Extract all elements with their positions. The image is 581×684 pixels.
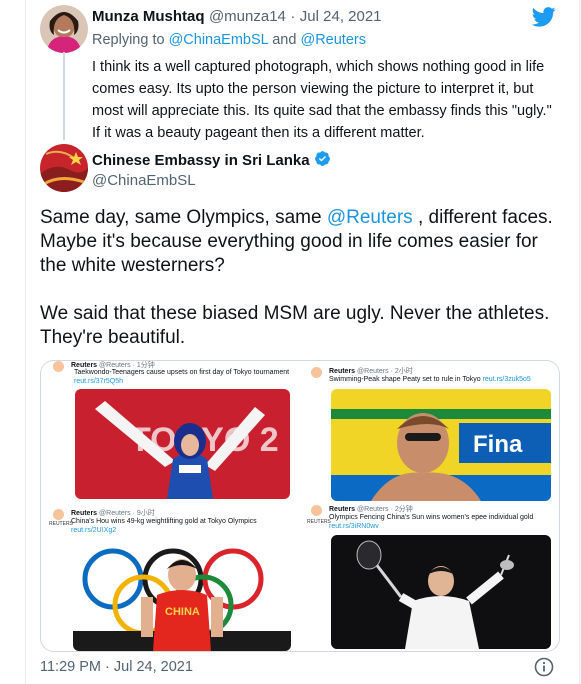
weightlifting-photo: CHINA	[73, 539, 291, 651]
panel-2-link[interactable]: reut.rs/3zuk5o5	[483, 376, 531, 383]
panel-1-name: Reuters	[71, 362, 98, 369]
panel-3-reuters-label: REUTERS	[49, 521, 73, 527]
reply-author-name[interactable]: Munza Mushtaq	[92, 8, 205, 25]
tweet-media[interactable]: Reuters @Reuters · 1分钟 Taekwondo-Teenage…	[40, 360, 560, 652]
panel-2-name: Reuters	[329, 368, 356, 375]
main-text-paragraph-2: We said that these biased MSM are ugly. …	[40, 303, 550, 348]
panel-4-reuters-label: REUTERS	[307, 519, 331, 525]
panel-3-header: Reuters @Reuters · 9小时	[71, 508, 155, 518]
main-text-paragraph-1: Same day, same Olympics, same @Reuters ,…	[40, 206, 560, 278]
fencing-photo	[331, 535, 551, 649]
media-panel-taekwondo[interactable]: Reuters @Reuters · 1分钟 Taekwondo-Teenage…	[41, 361, 297, 501]
panel-2-photo-text: Fina	[473, 431, 523, 458]
media-panel-swimming[interactable]: Reuters @Reuters · 2小时 Swimming-Peak sha…	[301, 361, 559, 501]
panel-3-meta: @Reuters · 9小时	[99, 510, 155, 517]
thread-line	[63, 52, 65, 140]
swimming-photo: Fina	[331, 389, 551, 501]
info-icon[interactable]	[534, 657, 554, 682]
reply-author-handle[interactable]: @munza14	[209, 8, 286, 25]
panel-1-link[interactable]: reut.rs/37r5Q5h	[74, 378, 123, 385]
media-panel-fencing[interactable]: REUTERS Reuters @Reuters · 2分钟 Olympics …	[301, 503, 559, 651]
reuters-mention[interactable]: @Reuters	[327, 207, 413, 228]
reply-header: Munza Mushtaq @munza14 · Jul 24, 2021	[92, 8, 382, 26]
replying-and: and	[272, 32, 297, 48]
panel-4-link[interactable]: reut.rs/3iRN0wv	[329, 523, 379, 530]
panel-1-text: Taekwondo-Teenagers cause upsets on firs…	[74, 369, 290, 376]
reply-text: I think its a well captured photograph, …	[92, 59, 552, 141]
twitter-bird-icon[interactable]	[531, 7, 556, 32]
media-panel-weightlifting[interactable]: REUTERS Reuters @Reuters · 9小时 China's H…	[41, 503, 297, 651]
main-author-handle[interactable]: @ChinaEmbSL	[92, 172, 196, 189]
main-text-pre: Same day, same Olympics, same	[40, 207, 327, 228]
main-author-name[interactable]: Chinese Embassy in Sri Lanka	[92, 152, 310, 169]
replying-to: Replying to @ChinaEmbSL and @Reuters	[92, 32, 366, 48]
reuters-logo-icon	[53, 509, 64, 520]
reuters-logo-icon	[311, 505, 322, 516]
replying-prefix: Replying to	[92, 32, 165, 48]
munza-avatar[interactable]	[40, 5, 88, 53]
main-author[interactable]: Chinese Embassy in Sri Lanka	[92, 150, 331, 171]
panel-1-meta: @Reuters · 1分钟	[99, 362, 155, 369]
taekwondo-photo: TOKYO 2	[75, 389, 290, 499]
reply-date[interactable]: Jul 24, 2021	[300, 8, 382, 25]
panel-2-text: Swimming-Peak shape Peaty set to rule in…	[329, 376, 531, 383]
panel-3-photo-text: CHINA	[165, 606, 200, 618]
reply-to-link-1[interactable]: @ChinaEmbSL	[169, 32, 269, 48]
main-tweet-text: Same day, same Olympics, same @Reuters ,…	[40, 206, 560, 350]
panel-4-name: Reuters	[329, 506, 356, 513]
reply-separator: ·	[290, 8, 296, 25]
panel-4-text: Olympics Fencing China's Sun wins women'…	[329, 514, 534, 521]
reuters-logo-icon	[53, 361, 64, 372]
panel-2-header: Reuters @Reuters · 2小时	[329, 366, 413, 376]
reply-to-link-2[interactable]: @Reuters	[300, 32, 366, 48]
panel-3-name: Reuters	[71, 510, 98, 517]
tweet-timestamp[interactable]: 11:29 PM · Jul 24, 2021	[40, 659, 193, 675]
panel-3-text: China's Hou wins 49-kg weightlifting gol…	[71, 518, 257, 525]
panel-4-header: Reuters @Reuters · 2分钟	[329, 504, 413, 514]
panel-3-link[interactable]: reut.rs/2UIXg2	[71, 527, 116, 534]
panel-2-meta: @Reuters · 2小时	[357, 368, 413, 375]
reuters-logo-icon	[311, 367, 322, 378]
embassy-avatar[interactable]	[40, 144, 88, 192]
panel-2-text-body: Swimming-Peak shape Peaty set to rule in…	[329, 376, 481, 383]
panel-4-meta: @Reuters · 2分钟	[357, 506, 413, 513]
verified-badge-icon	[314, 150, 331, 171]
